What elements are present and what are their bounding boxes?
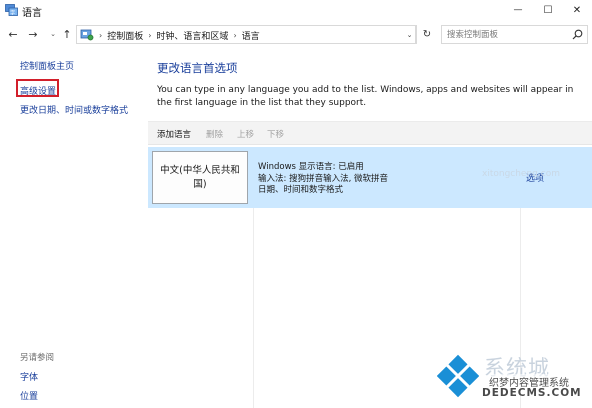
- minimize-icon: —: [513, 5, 523, 15]
- forward-button[interactable]: →: [26, 26, 40, 42]
- display-language-status: Windows 显示语言: 已启用: [258, 162, 364, 172]
- sidebar-item-change-date-time-format[interactable]: 更改日期、时间或数字格式: [20, 103, 128, 116]
- move-up-button[interactable]: 上移: [237, 128, 254, 140]
- breadcrumb-language[interactable]: 语言: [242, 29, 260, 42]
- add-language-button[interactable]: 添加语言: [157, 128, 191, 140]
- search-box[interactable]: [441, 25, 588, 44]
- breadcrumb-clock-language-region[interactable]: 时钟、语言和区域: [156, 29, 228, 42]
- arrow-up-icon: ↑: [62, 27, 72, 41]
- sidebar-item-control-panel-home[interactable]: 控制面板主页: [20, 59, 74, 72]
- chevron-down-icon: ⌄: [406, 30, 413, 39]
- control-panel-icon: [80, 29, 94, 41]
- minimize-button[interactable]: —: [503, 0, 533, 20]
- address-dropdown-button[interactable]: ⌄: [403, 25, 417, 44]
- breadcrumb-separator[interactable]: ›: [148, 31, 151, 40]
- breadcrumb: › 控制面板 › 时钟、语言和区域 › 语言: [99, 29, 260, 42]
- date-time-number-formats: 日期、时间和数字格式: [258, 185, 344, 195]
- svg-text:字: 字: [10, 9, 15, 16]
- watermark-domain: DEDECMS.COM: [482, 387, 582, 399]
- list-divider: [253, 208, 254, 408]
- window-title: 语言: [22, 8, 42, 19]
- close-button[interactable]: ✕: [562, 0, 592, 20]
- globe-icon: 字: [5, 4, 18, 16]
- language-name-tile[interactable]: 中文(中华人民共和国): [152, 151, 248, 204]
- title-bar: 字 语言 — ☐ ✕: [0, 0, 592, 20]
- page-description: You can type in any language you add to …: [157, 85, 574, 108]
- input-methods: 输入法: 搜狗拼音输入法, 微软拼音: [258, 173, 388, 184]
- see-also-heading: 另请参阅: [20, 353, 55, 363]
- back-button[interactable]: ←: [6, 26, 20, 42]
- breadcrumb-separator: ›: [99, 31, 103, 40]
- recent-locations-button[interactable]: ⌄: [46, 26, 60, 42]
- language-toolbar: 添加语言 删除 上移 下移: [148, 121, 592, 145]
- move-down-button[interactable]: 下移: [267, 128, 284, 140]
- search-icon: [572, 29, 583, 40]
- refresh-icon: ↻: [422, 29, 432, 40]
- sidebar-item-fonts[interactable]: 字体: [20, 370, 38, 383]
- maximize-icon: ☐: [543, 4, 553, 16]
- breadcrumb-control-panel[interactable]: 控制面板: [107, 29, 143, 42]
- breadcrumb-separator[interactable]: ›: [233, 31, 236, 40]
- watermark-domain-faint: xitongcheng.com: [482, 169, 560, 179]
- language-details: Windows 显示语言: 已启用 输入法: 搜狗拼音输入法, 微软拼音 日期、…: [258, 162, 388, 197]
- navigation-bar: ← → ⌄ ↑ › 控制面板 › 时钟、语言和区域 › 语言 ⌄ ↻: [0, 20, 592, 48]
- sidebar-item-location[interactable]: 位置: [20, 389, 38, 402]
- page-title: 更改语言首选项: [157, 61, 238, 75]
- address-bar[interactable]: › 控制面板 › 时钟、语言和区域 › 语言: [76, 25, 416, 44]
- maximize-button[interactable]: ☐: [533, 0, 563, 20]
- sidebar: 控制面板主页 高级设置 更改日期、时间或数字格式 另请参阅 字体 位置: [0, 48, 150, 408]
- remove-language-button[interactable]: 删除: [206, 128, 223, 140]
- sidebar-item-advanced-settings[interactable]: 高级设置: [20, 84, 56, 97]
- windows-logo-icon: [437, 354, 479, 398]
- up-button[interactable]: ↑: [60, 26, 74, 42]
- arrow-right-icon: →: [28, 27, 38, 41]
- search-input[interactable]: [442, 26, 570, 43]
- chevron-down-icon: ⌄: [50, 30, 56, 38]
- arrow-left-icon: ←: [8, 27, 18, 41]
- close-icon: ✕: [572, 4, 582, 16]
- refresh-button[interactable]: ↻: [420, 25, 434, 44]
